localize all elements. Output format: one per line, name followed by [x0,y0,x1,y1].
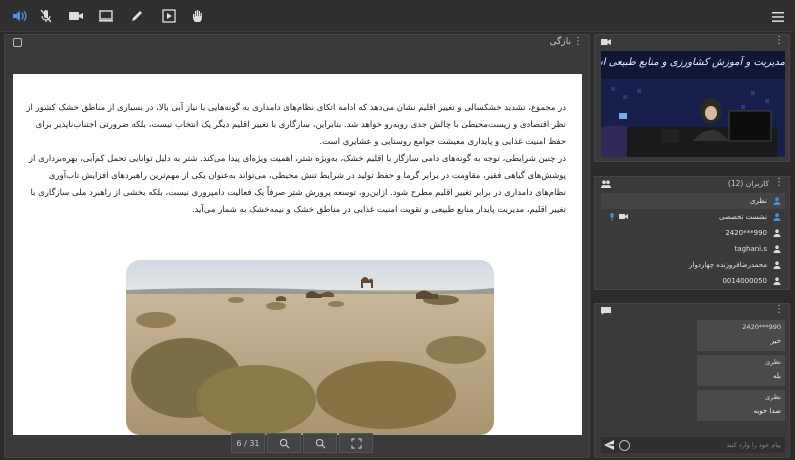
fit-screen-icon [350,437,362,449]
user-name: 2420***990 [725,229,767,237]
user-icon [773,197,781,205]
zoom-out-icon [315,438,326,449]
user-name: 0014000050 [722,277,767,285]
video-panel: ⋮ مدیریت و آموزش کشاورزی و منابع طبیعی ا… [594,34,790,162]
chat-sender: 2420***990 [742,323,781,331]
zoom-in-icon [279,438,290,449]
users-panel-header: کاربران (12) ⋮ [595,177,789,191]
chat-panel-header: ⋮ [595,304,789,318]
chat-messages: 2420***990 خیر نظری بله نظری صدا خوبه [601,320,785,436]
user-row[interactable]: نظری [601,193,785,209]
hand-icon[interactable] [190,8,206,24]
slide-text: در مجموع، تشدید خشکسالی و تغییر اقلیم نش… [21,100,566,219]
presentation-header: بازگی ⋮ [5,35,589,51]
presentation-panel: بازگی ⋮ در مجموع، تشدید خشکسالی و تغییر … [4,34,590,458]
chat-text: خیر [770,337,781,345]
slide: در مجموع، تشدید خشکسالی و تغییر اقلیم نش… [13,74,582,435]
presentation-title: بازگی [549,37,571,47]
send-icon[interactable] [603,439,615,451]
user-name: نظری [749,197,767,205]
user-icon [773,245,781,253]
slide-paragraph-1: در مجموع، تشدید خشکسالی و تغییر اقلیم نش… [26,103,566,147]
mic-muted-icon[interactable] [38,8,54,24]
user-icon [773,261,781,269]
user-row[interactable]: نشست تخصصی [601,209,785,225]
user-name: taghani.s [734,245,767,253]
users-list: نظری نشست تخصصی 2420***990 taghani.s محم… [601,193,785,285]
chat-sender: نظری [765,358,781,366]
hamburger-icon[interactable] [771,9,785,23]
mic-icon [610,213,614,221]
more-options-icon[interactable]: ⋮ [774,35,784,47]
chat-text: صدا خوبه [753,407,781,415]
video-panel-header: ⋮ [595,35,789,49]
slide-paragraph-2: در چنین شرایطی، توجه به گونه‌های دامی سا… [28,154,566,215]
zoom-in-button[interactable] [267,433,301,453]
user-media-status [609,213,628,221]
more-options-icon[interactable]: ⋮ [774,177,784,189]
camera-icon [619,214,628,219]
user-row[interactable]: taghani.s [601,241,785,257]
fit-screen-button[interactable] [339,433,373,453]
user-name: محمدرضافروزنده چهاردوار [689,261,767,269]
video-feed: مدیریت و آموزش کشاورزی و منابع طبیعی است… [601,51,785,157]
page-indicator[interactable]: 6 / 31 [231,433,265,453]
user-row[interactable]: 2420***990 [601,225,785,241]
users-icon [601,180,611,188]
chat-panel: ⋮ 2420***990 خیر نظری بله نظری صدا خوبه … [594,303,790,458]
user-icon [773,229,781,237]
more-options-icon[interactable]: ⋮ [573,36,583,48]
chat-text: بله [772,372,781,380]
chat-icon [601,307,611,315]
user-row[interactable]: محمدرضافروزنده چهاردوار [601,257,785,273]
pen-icon[interactable] [129,8,145,24]
screen-share-icon[interactable] [98,8,114,24]
fullscreen-icon[interactable] [13,38,22,47]
zoom-out-button[interactable] [303,433,337,453]
speaker-icon[interactable] [11,8,27,24]
users-panel-title: کاربران (12) [727,179,769,188]
play-icon[interactable] [161,8,177,24]
camera-icon [601,39,611,45]
camels-photo [126,260,494,435]
top-toolbar [0,0,795,32]
user-icon [773,277,781,285]
chat-message: نظری بله [697,355,785,386]
emoji-icon[interactable] [619,439,630,451]
presentation-controls: 6 / 31 [231,433,373,453]
chat-input-bar[interactable]: پیام خود را وارد کنید [601,437,785,453]
users-panel: کاربران (12) ⋮ نظری نشست تخصصی 2420***99… [594,176,790,290]
user-icon [773,213,781,221]
video-banner: مدیریت و آموزش کشاورزی و منابع طبیعی است… [601,57,785,68]
user-row[interactable]: 0014000050 [601,273,785,285]
chat-message: 2420***990 خیر [697,320,785,351]
more-options-icon[interactable]: ⋮ [774,304,784,316]
camera-icon[interactable] [68,8,84,24]
chat-input[interactable]: پیام خود را وارد کنید [630,441,785,449]
user-name: نشست تخصصی [719,213,767,221]
chat-sender: نظری [765,393,781,401]
chat-message: نظری صدا خوبه [697,390,785,421]
